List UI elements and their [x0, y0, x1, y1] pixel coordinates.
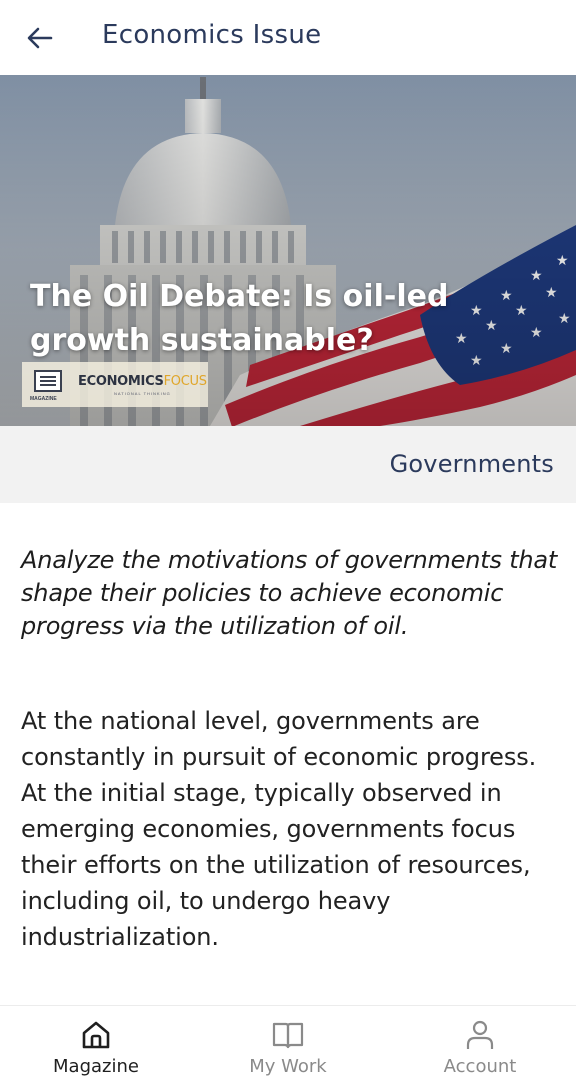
category-label[interactable]: Governments [390, 450, 554, 478]
bottom-navigation: Magazine My Work Account [0, 1005, 576, 1080]
brand-tagline: NATIONAL THINKING [113, 390, 171, 396]
nav-item-account[interactable]: Account [384, 1006, 576, 1080]
nav-label-my-work: My Work [249, 1056, 327, 1077]
nav-item-magazine[interactable]: Magazine [0, 1006, 192, 1080]
page-title: Economics Issue [102, 20, 322, 50]
app-bar: Economics Issue [0, 0, 576, 75]
category-bar: Governments [0, 426, 576, 503]
person-icon [462, 1018, 498, 1052]
magazine-logo: MAGAZINE ECONOMICSFOCUS NATIONAL THINKIN… [22, 362, 208, 407]
back-button[interactable] [20, 18, 60, 58]
home-icon [78, 1018, 114, 1052]
article-body: At the national level, governments are c… [21, 707, 537, 951]
nav-label-account: Account [443, 1056, 517, 1077]
nav-label-magazine: Magazine [53, 1056, 139, 1077]
nav-item-my-work[interactable]: My Work [192, 1006, 384, 1080]
magazine-mark-icon: MAGAZINE [28, 368, 68, 402]
article-title: The Oil Debate: Is oil-led growth sustai… [30, 279, 449, 358]
brand-name: ECONOMICSFOCUS [78, 373, 207, 389]
hero-banner[interactable]: ★★★★ ★★★★ ★★★★ The Oil Debate: Is oil-le… [0, 75, 576, 426]
arrow-left-icon [27, 27, 53, 49]
book-icon [270, 1018, 306, 1052]
article-summary: Analyze the motivations of governments t… [21, 546, 558, 640]
